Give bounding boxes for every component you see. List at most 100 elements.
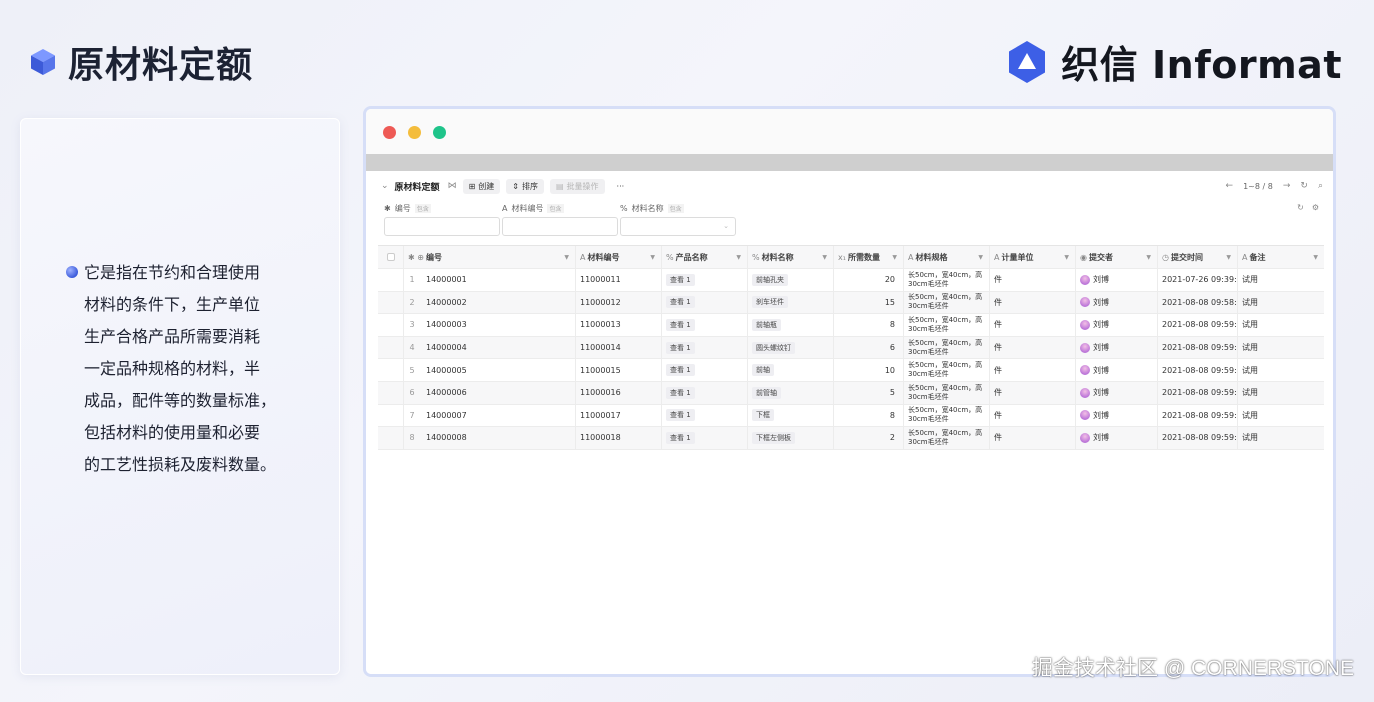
cell-unit[interactable]: 件 [990,359,1076,381]
product-link[interactable]: 查看 1 [666,386,695,399]
cell-material-no[interactable]: 11000016 [576,381,662,404]
column-header-id[interactable]: ✱ ⊕ 编号 ▼ [404,246,576,268]
cell-time[interactable]: 2021-08-08 09:58:58 [1158,291,1238,314]
cell-note[interactable]: 试用 [1238,427,1324,449]
cell-id[interactable]: 5 14000005 [404,359,576,381]
cell-qty[interactable]: 20 [834,269,904,291]
cell-spec[interactable]: 长50cm，宽40cm，高30cm毛坯件 [904,404,990,427]
material-link[interactable]: 下框 [752,409,774,422]
table-row[interactable]: 5 14000005 11000015 查看 1 前轴 10 长50cm，宽40cm，高30… [378,359,1324,382]
cell-time[interactable]: 2021-08-08 09:59:08 [1158,359,1238,381]
minimize-window-button[interactable] [408,126,421,139]
cell-product[interactable]: 查看 1 [662,359,748,381]
cell-submitter[interactable]: 刘博 [1076,314,1158,336]
caret-down-icon[interactable]: ▼ [736,254,741,261]
column-header-spec[interactable]: A 材料规格 ▼ [904,246,990,268]
cell-product[interactable]: 查看 1 [662,269,748,291]
cell-material-no[interactable]: 11000018 [576,427,662,449]
caret-down-icon[interactable]: ▼ [822,254,827,261]
next-page-icon[interactable]: → [1283,181,1291,191]
row-checkbox[interactable] [378,404,404,427]
product-link[interactable]: 查看 1 [666,431,695,444]
cell-material-no[interactable]: 11000014 [576,336,662,359]
cell-id[interactable]: 2 14000002 [404,291,576,314]
caret-down-icon[interactable]: ▼ [650,254,655,261]
material-link[interactable]: 前轴孔夹 [752,273,788,286]
product-link[interactable]: 查看 1 [666,341,695,354]
cell-material-name[interactable]: 刹车坯件 [748,291,834,314]
cell-note[interactable]: 试用 [1238,359,1324,381]
caret-down-icon[interactable]: ▼ [1064,254,1069,261]
column-header-material-name[interactable]: % 材料名称 ▼ [748,246,834,268]
cell-material-name[interactable]: 前管轴 [748,381,834,404]
material-link[interactable]: 刹车坯件 [752,296,788,309]
material-link[interactable]: 前管轴 [752,386,781,399]
material-link[interactable]: 下框左侧板 [752,431,795,444]
row-checkbox[interactable] [378,336,404,359]
column-header-qty[interactable]: x₁ 所需数量 ▼ [834,246,904,268]
cell-time[interactable]: 2021-07-26 09:39:21 [1158,269,1238,291]
cell-material-name[interactable]: 前轴 [748,359,834,381]
share-icon[interactable]: ⋈ [448,181,457,191]
filter-material-no-input[interactable] [502,217,618,236]
material-link[interactable]: 圆头螺纹钉 [752,341,795,354]
product-link[interactable]: 查看 1 [666,409,695,422]
material-link[interactable]: 前轴 [752,364,774,377]
material-link[interactable]: 前轴瓶 [752,318,781,331]
cell-spec[interactable]: 长50cm，宽40cm，高30cm毛坯件 [904,269,990,291]
cell-spec[interactable]: 长50cm，宽40cm，高30cm毛坯件 [904,336,990,359]
caret-down-icon[interactable]: ▼ [1226,254,1231,261]
caret-down-icon[interactable]: ▼ [892,254,897,261]
row-checkbox[interactable] [378,314,404,336]
filter-operator[interactable]: 包含 [667,204,684,213]
refresh-icon[interactable]: ↻ [1300,181,1308,191]
cell-product[interactable]: 查看 1 [662,427,748,449]
cell-spec[interactable]: 长50cm，宽40cm，高30cm毛坯件 [904,427,990,449]
caret-down-icon[interactable]: ▼ [564,254,569,261]
cell-note[interactable]: 试用 [1238,337,1324,359]
cell-submitter[interactable]: 刘博 [1076,359,1158,381]
cell-spec[interactable]: 长50cm，宽40cm，高30cm毛坯件 [904,314,990,336]
cell-product[interactable]: 查看 1 [662,291,748,314]
cell-time[interactable]: 2021-08-08 09:59:05 [1158,336,1238,359]
row-checkbox[interactable] [378,291,404,314]
cell-id[interactable]: 6 14000006 [404,381,576,404]
cell-material-no[interactable]: 11000013 [576,314,662,336]
column-header-material-no[interactable]: A 材料编号 ▼ [576,246,662,268]
chevron-down-icon[interactable]: ⌄ [381,181,389,191]
table-row[interactable]: 1 14000001 11000011 查看 1 前轴孔夹 20 长50cm，宽40cm，高… [378,269,1324,292]
cell-spec[interactable]: 长50cm，宽40cm，高30cm毛坯件 [904,291,990,314]
table-row[interactable]: 3 14000003 11000013 查看 1 前轴瓶 8 长50cm，宽40cm，高30… [378,314,1324,337]
column-header-time[interactable]: ◷ 提交时间 ▼ [1158,246,1238,268]
sort-button[interactable]: ⇕ 排序 [506,178,544,194]
cell-product[interactable]: 查看 1 [662,336,748,359]
cell-note[interactable]: 试用 [1238,269,1324,291]
filter-id-input[interactable] [384,217,500,236]
product-link[interactable]: 查看 1 [666,364,695,377]
batch-action-button[interactable]: ▤ 批量操作 [549,178,605,194]
cell-spec[interactable]: 长50cm，宽40cm，高30cm毛坯件 [904,381,990,404]
caret-down-icon[interactable]: ▼ [1313,254,1318,261]
maximize-window-button[interactable] [433,126,446,139]
table-row[interactable]: 8 14000008 11000018 查看 1 下框左侧板 2 长50cm，宽40cm，高… [378,427,1324,450]
cell-time[interactable]: 2021-08-08 09:59:01 [1158,314,1238,336]
row-checkbox[interactable] [378,427,404,449]
more-button[interactable]: ··· [611,180,631,193]
cell-qty[interactable]: 6 [834,336,904,359]
cell-qty[interactable]: 2 [834,427,904,449]
cell-unit[interactable]: 件 [990,381,1076,404]
search-icon[interactable]: ⌕ [1318,181,1323,191]
cell-qty[interactable]: 15 [834,291,904,314]
filter-material-name-select[interactable]: ⌄ [620,217,736,236]
cell-id[interactable]: 3 14000003 [404,314,576,336]
row-checkbox[interactable] [378,381,404,404]
cell-product[interactable]: 查看 1 [662,314,748,336]
create-button[interactable]: ⊞ 创建 [462,178,501,194]
cell-unit[interactable]: 件 [990,314,1076,336]
cell-material-name[interactable]: 前轴瓶 [748,314,834,336]
filter-operator[interactable]: 包含 [414,204,431,213]
settings-icon[interactable]: ⚙ [1312,203,1319,212]
cell-id[interactable]: 4 14000004 [404,336,576,359]
cell-material-no[interactable]: 11000015 [576,359,662,381]
cell-material-name[interactable]: 圆头螺纹钉 [748,336,834,359]
